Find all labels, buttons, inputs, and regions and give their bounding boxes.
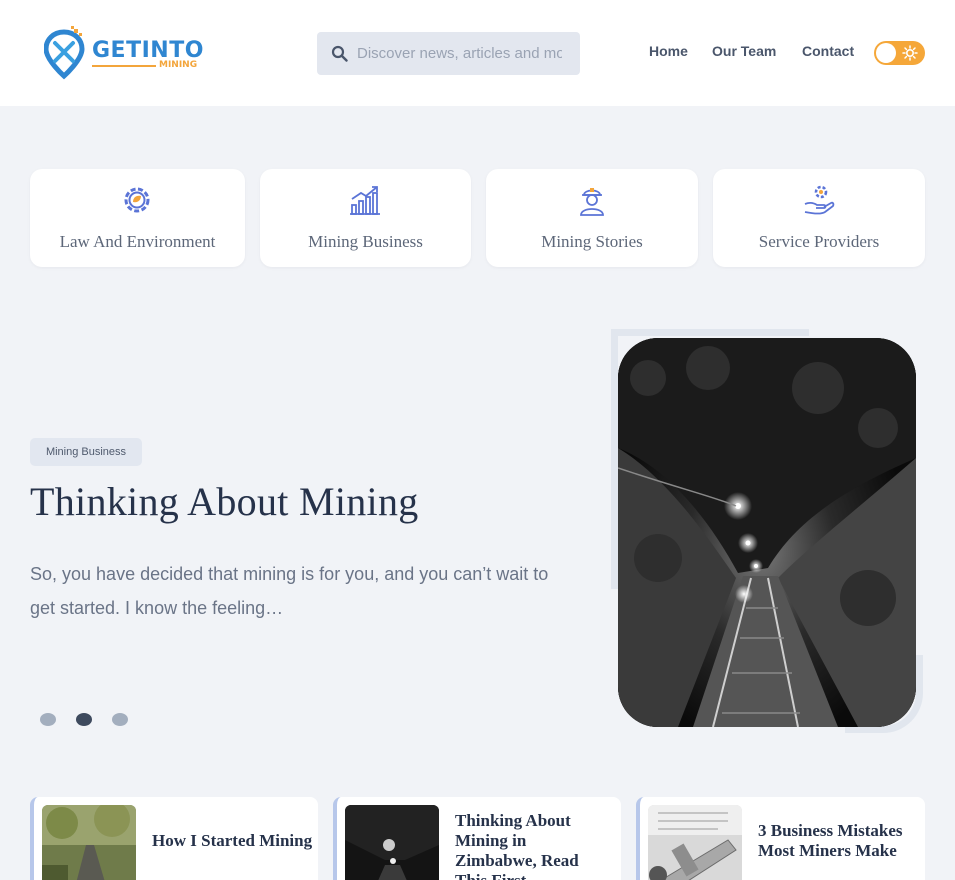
search-icon[interactable] [331,45,348,62]
location-pin-icon [44,26,85,80]
mine-tunnel-image [618,338,916,727]
hero-image-mine-tunnel[interactable] [618,338,916,727]
toggle-knob [876,43,896,63]
calipers-image [648,805,742,880]
category-label: Service Providers [758,232,880,251]
sun-icon [902,45,918,61]
post-thumbnail[interactable] [648,805,742,880]
nav-contact[interactable]: Contact [802,43,854,59]
post-card[interactable]: Thinking About Mining in Zimbabwe, Read … [333,797,621,880]
slider-dot-active[interactable] [76,713,92,726]
category-label: Mining Stories [541,232,643,251]
hero-excerpt: So, you have decided that mining is for … [30,564,549,618]
post-card[interactable]: How I Started Mining [30,797,318,880]
gear-hand-icon [804,185,835,215]
post-thumbnail[interactable] [42,805,136,880]
category-mining-stories[interactable]: Mining Stories [486,169,698,267]
post-title[interactable]: How I Started Mining [152,831,312,851]
hero-category-badge[interactable]: Mining Business [30,438,142,466]
nav-home[interactable]: Home [649,43,688,59]
slider-dot[interactable] [112,713,128,726]
search-box[interactable] [317,32,580,75]
post-thumbnail[interactable] [345,805,439,880]
logo-subtext: MINING [159,60,198,70]
nav-our-team[interactable]: Our Team [712,43,776,59]
hero-title[interactable]: Thinking About Mining [30,478,419,525]
search-input[interactable] [357,32,562,75]
category-service-providers[interactable]: Service Providers [713,169,925,267]
post-title[interactable]: 3 Business Mistakes Most Miners Make [758,821,908,861]
post-title[interactable]: Thinking About Mining in Zimbabwe, Read … [455,811,600,880]
post-card[interactable]: 3 Business Mistakes Most Miners Make [636,797,925,880]
miner-icon [580,188,604,216]
site-header: GETINTO MINING Home Our Team Contact [0,0,955,106]
theme-toggle[interactable] [874,41,925,65]
gear-leaf-icon [124,187,150,213]
slider-dot[interactable] [40,713,56,726]
category-label: Mining Business [308,232,423,251]
category-label: Law And Environment [59,232,216,251]
logo-underline [92,65,156,67]
category-law-and-environment[interactable]: Law And Environment [30,169,245,267]
growth-chart-icon [350,186,380,215]
category-mining-business[interactable]: Mining Business [260,169,471,267]
mine-tunnel-thumb-image [345,805,439,880]
road-forest-image [42,805,136,880]
site-logo[interactable]: GETINTO MINING [44,26,214,82]
